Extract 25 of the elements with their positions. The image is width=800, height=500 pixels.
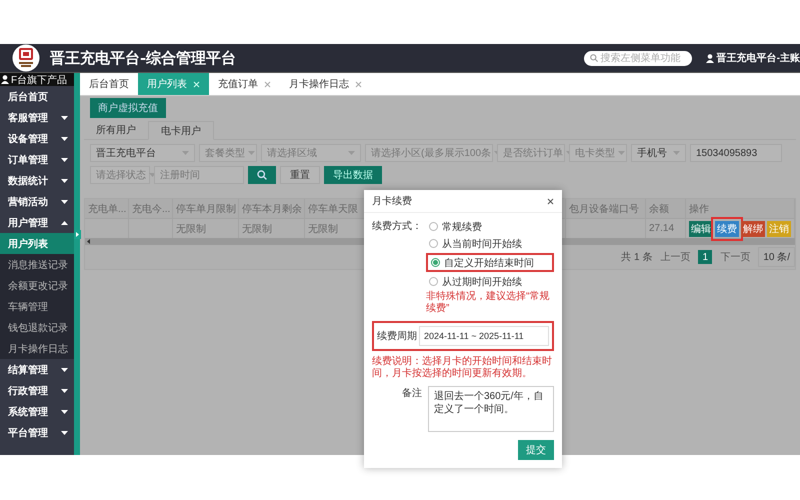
group-label: 设备管理 [8,132,48,146]
group-label: 结算管理 [8,364,48,376]
group-label: 用户管理 [8,216,48,230]
column-header: 余额 [646,199,686,218]
group-label: 营销活动 [8,196,48,208]
note-text: 续费说明：选择月卡的开始时间和结束时间，月卡按选择的时间更新有效期。 [372,356,553,380]
group-label: 客服管理 [8,111,48,124]
group-label: 订单管理 [8,154,48,166]
group-label: 数据统计 [8,174,48,188]
column-header: 充电今... [129,199,173,218]
column-header: 包月设备端口号 [566,199,646,218]
column-header: 停车单月限制 [173,199,239,218]
field-label: 续费周期 [377,330,415,344]
column-header: 操作 [686,199,795,218]
column-header: 停车本月剩余 [239,199,305,218]
group-label: 系统管理 [8,406,48,418]
field-label: 续费方式： [372,220,422,234]
field-label: 备注 [401,386,422,401]
group-label: 平台管理 [8,426,48,440]
column-header: 充电单... [85,199,129,218]
app-title: 晋王充电平台-综合管理平台 [50,48,238,68]
warning-text: 非特殊情况，建议选择“常规续费” [426,291,550,315]
group-label: 行政管理 [8,384,48,398]
account-label: F台旗下产品 [11,74,68,86]
record-count: 共 1 条 [621,250,652,264]
